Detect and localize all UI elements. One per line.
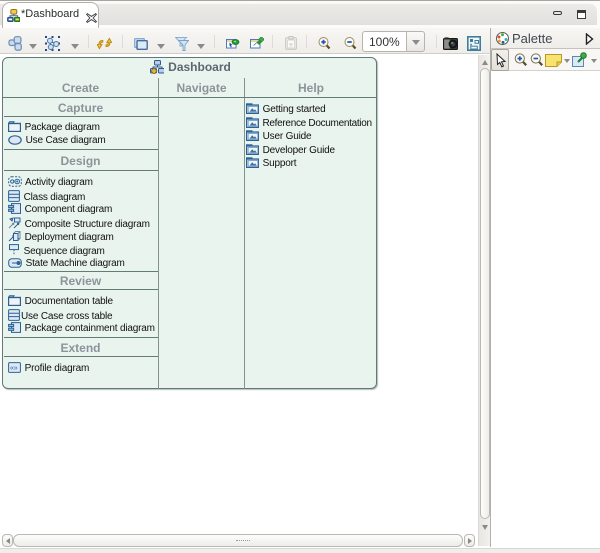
svg-text:«»: «» xyxy=(10,365,18,372)
